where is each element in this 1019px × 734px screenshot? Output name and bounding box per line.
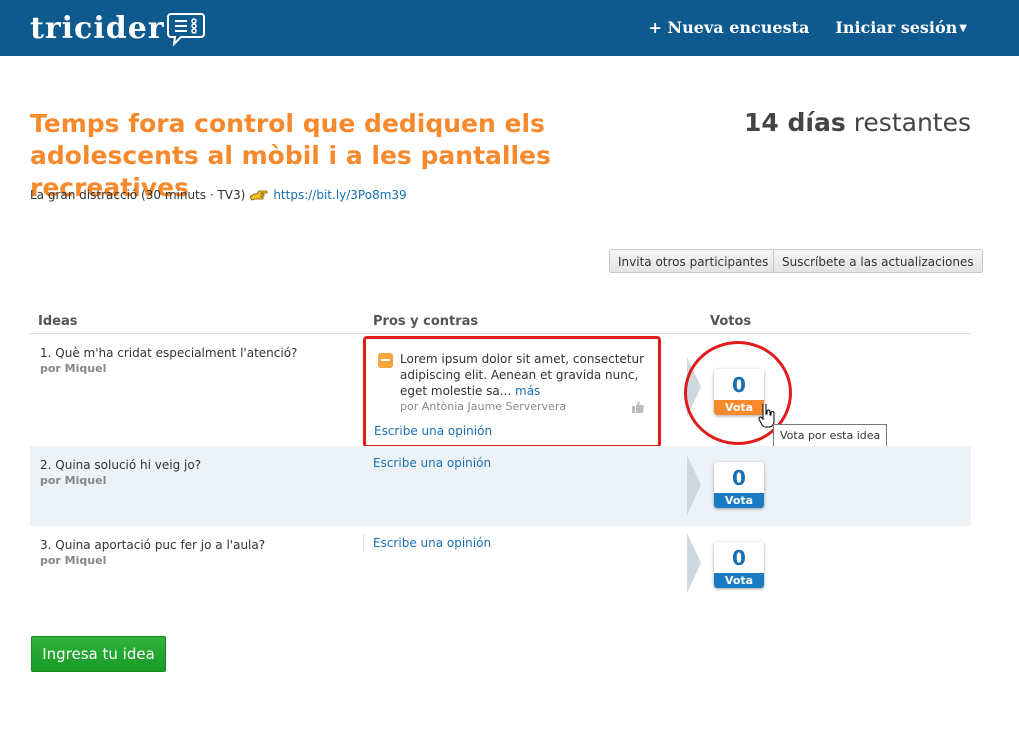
idea-author: por Miquel [40,554,107,567]
vote-count: 0 [732,466,746,490]
invite-participants-button[interactable]: Invita otros participantes [609,249,778,273]
idea-title: 3. Quina aportació puc fer jo a l'aula? [40,538,266,552]
login-menu[interactable]: Iniciar sesión ▼ [835,18,967,37]
more-link[interactable]: más [515,384,540,398]
table-row: 3. Quina aportació puc fer jo a l'aula? … [30,526,971,600]
add-idea-button[interactable]: Ingresa tu idea [31,636,166,672]
vote-label: Vota [714,573,764,588]
caret-down-icon: ▼ [959,23,967,34]
idea-title: 1. Què m'ha cridat especialment l'atenci… [40,346,298,360]
opinion-author: por Antònia Jaume Serververa [400,400,567,413]
header-votes: Votos [710,314,752,329]
vote-tooltip: Vota por esta idea [773,424,888,448]
header-ideas: Ideas [38,314,78,329]
survey-link[interactable]: https://bit.ly/3Po8m39 [273,188,406,202]
opinion-text: Lorem ipsum dolor sit amet, consectetur … [400,351,650,399]
login-label: Iniciar sesión [835,18,958,37]
vote-count: 0 [732,546,746,570]
vote-arrow-icon [687,455,701,515]
days-number: 14 días [744,108,846,137]
vote-button[interactable]: 0 Vota [714,542,764,588]
speech-bubble-logo-icon [166,13,205,46]
column-divider [363,534,364,552]
write-opinion-link[interactable]: Escribe una opinión [374,424,492,438]
write-opinion-link[interactable]: Escribe una opinión [373,456,491,470]
logo-text: tricider [30,10,165,46]
days-suffix: restantes [853,108,971,137]
idea-title: 2. Quina solució hi veig jo? [40,458,202,472]
survey-description: La gran distracció (30 minuts · TV3) htt… [30,188,407,202]
pointing-hand-icon [249,190,268,201]
write-opinion-link[interactable]: Escribe una opinión [373,536,491,550]
idea-author: por Miquel [40,474,107,487]
logo[interactable]: tricider [30,10,207,46]
thumbs-up-icon[interactable] [632,401,644,413]
subscribe-updates-button[interactable]: Suscríbete a las actualizaciones [773,249,983,273]
top-navigation-bar: tricider + Nueva encuesta Iniciar sesión… [0,0,1019,56]
table-row: 2. Quina solució hi veig jo? por Miquel … [30,446,971,526]
new-survey-link[interactable]: + Nueva encuesta [649,18,810,37]
vote-label: Vota [714,493,764,508]
vote-arrow-icon [687,533,701,593]
days-remaining: 14 días restantes [744,108,971,137]
header-nav: + Nueva encuesta Iniciar sesión ▼ [649,18,967,37]
opinion-highlight-box: Lorem ipsum dolor sit amet, consectetur … [363,336,661,448]
table-header: Ideas Pros y contras Votos [30,313,971,334]
header-pros-cons: Pros y contras [373,314,479,329]
minus-badge-icon [378,353,393,368]
vote-button[interactable]: 0 Vota [714,462,764,508]
description-text: La gran distracció (30 minuts · TV3) [30,188,246,202]
idea-author: por Miquel [40,362,107,375]
